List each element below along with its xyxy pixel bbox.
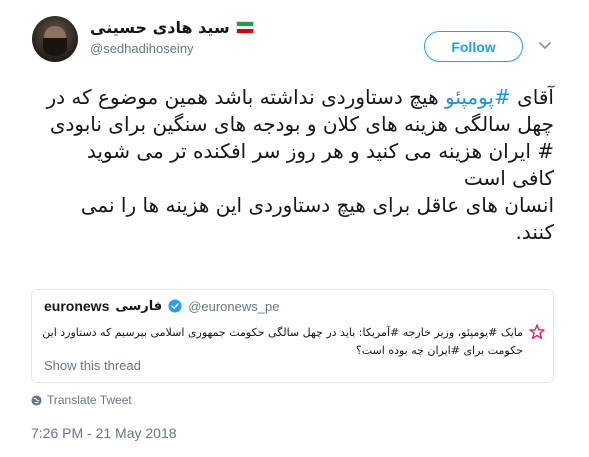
- quoted-handle: @euronews_pe: [188, 298, 280, 314]
- iran-flag-icon: [235, 21, 254, 34]
- show-thread-link[interactable]: Show this thread: [44, 358, 141, 373]
- quoted-line: مایک #پومپئو، وزیر خارجه #آمریکا: باید د…: [42, 326, 523, 339]
- tweet-line: چهل سالگی هزینه های کلان و بودجه های سنگ…: [49, 112, 554, 136]
- quoted-tweet[interactable]: euronews فارسی @euronews_pe مایک #پومپئو…: [31, 289, 554, 383]
- display-name[interactable]: سید هادی حسینی: [90, 18, 230, 37]
- translate-label[interactable]: Translate Tweet: [47, 393, 132, 407]
- hashtag-link[interactable]: #پومپئو: [445, 85, 511, 109]
- verified-badge-icon: [168, 299, 182, 313]
- tweet-line: آقای #پومپئو هیچ دستاوردی نداشته باشد هم…: [30, 84, 554, 111]
- quoted-brand-fa: فارسی: [115, 298, 163, 314]
- user-handle[interactable]: @sedhadihoseiny: [90, 41, 350, 56]
- quoted-brand: euronews: [44, 298, 110, 314]
- quoted-text: مایک #پومپئو، وزیر خارجه #آمریکا: باید د…: [42, 324, 523, 360]
- globe-icon: [31, 394, 42, 406]
- follow-button[interactable]: Follow: [424, 31, 523, 62]
- quoted-tweet-header: euronews فارسی @euronews_pe: [44, 298, 279, 314]
- user-info[interactable]: سید هادی حسینی @sedhadihoseiny: [90, 18, 350, 56]
- tweet-text-segment: هیچ دستاوردی نداشته باشد همین موضوع که د…: [46, 85, 445, 109]
- tweet-line: کنند.: [515, 220, 554, 244]
- tweet-line: کافی است: [463, 166, 554, 190]
- avatar[interactable]: [32, 16, 78, 62]
- tweet-text: آقای #پومپئو هیچ دستاوردی نداشته باشد هم…: [30, 84, 554, 246]
- star-icon: [529, 324, 545, 340]
- translate-tweet-link[interactable]: Translate Tweet: [31, 393, 132, 407]
- chevron-down-icon[interactable]: [538, 38, 552, 52]
- timestamp[interactable]: 7:26 PM - 21 May 2018: [31, 425, 177, 441]
- tweet-line: # ایران هزینه می کنید و هر روز سر افکنده…: [86, 139, 554, 163]
- tweet-card: سید هادی حسینی @sedhadihoseiny Follow آق…: [0, 0, 589, 457]
- tweet-line: انسان های عاقل برای هیچ دستاوردی این هزی…: [80, 193, 554, 217]
- tweet-text-segment: آقای: [510, 85, 554, 109]
